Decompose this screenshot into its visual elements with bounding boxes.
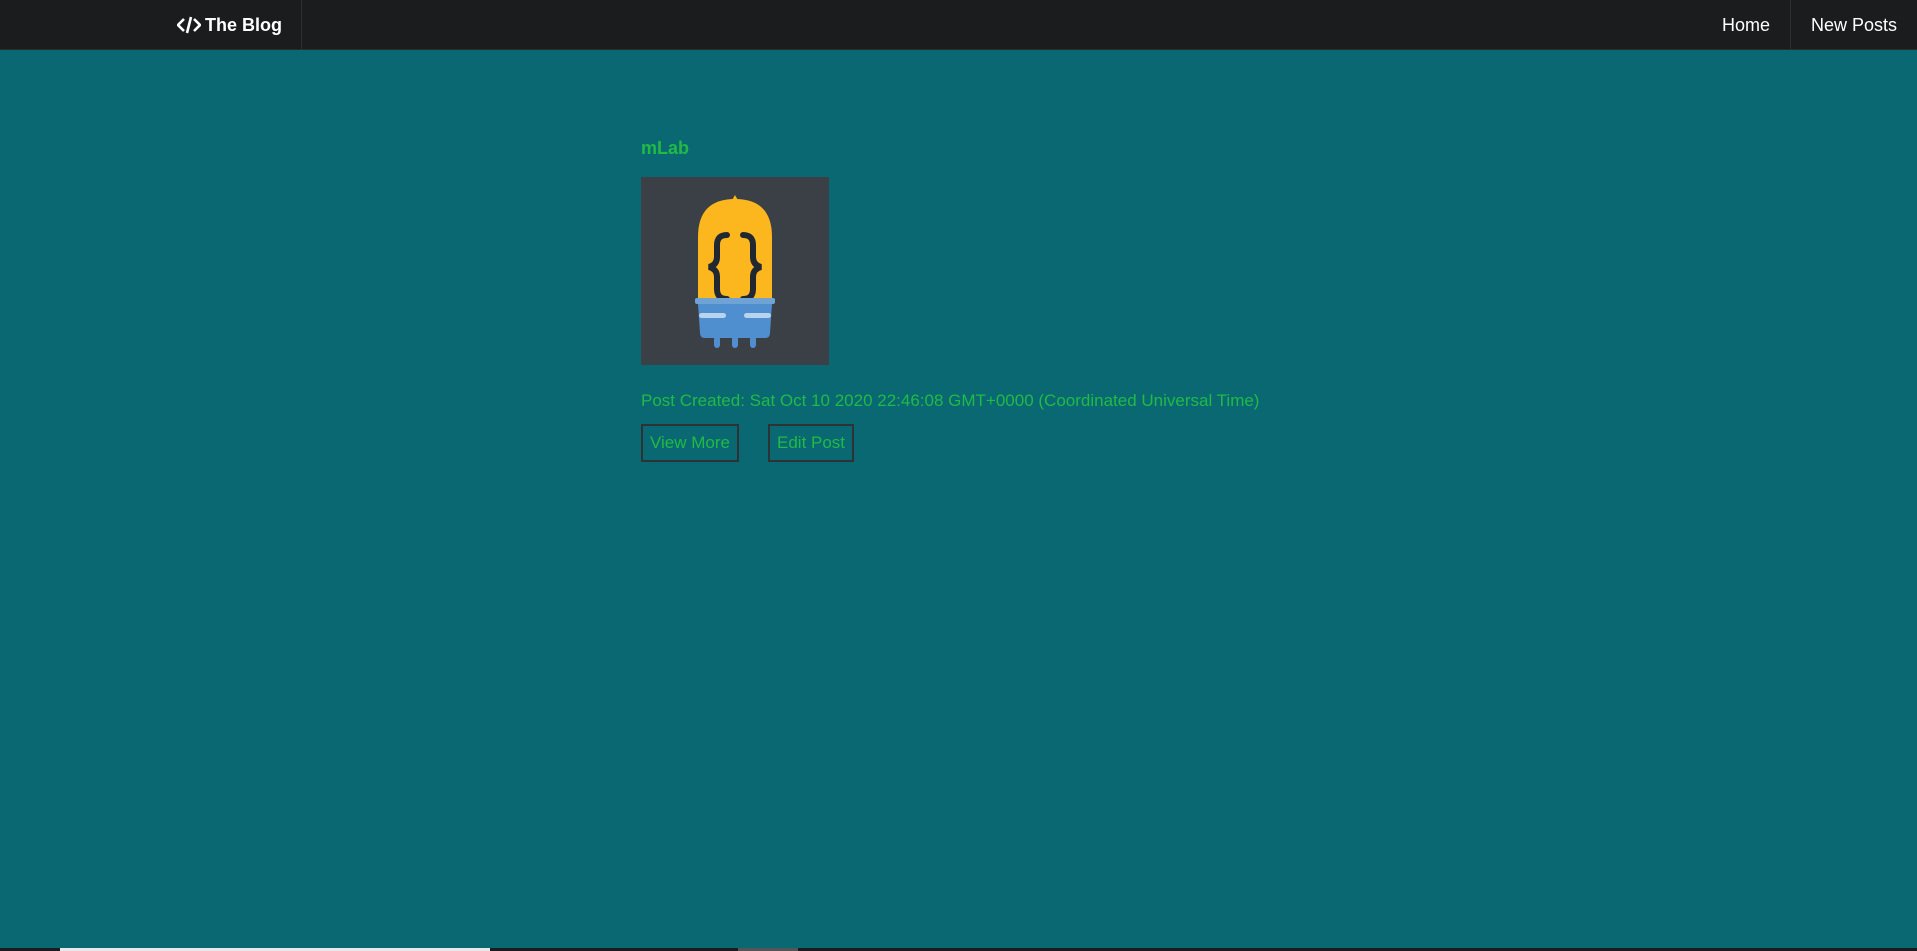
brand-label: The Blog — [205, 14, 282, 35]
nav-item-home[interactable]: Home — [1702, 0, 1790, 50]
nav-menu: Home New Posts — [1702, 0, 1917, 50]
post-created-date: Post Created: Sat Oct 10 2020 22:46:08 G… — [641, 391, 1260, 410]
post-actions: View More Edit Post — [641, 424, 1259, 462]
edit-post-button[interactable]: Edit Post — [768, 424, 855, 462]
mlab-logo-icon — [641, 177, 829, 365]
brand-link[interactable]: The Blog — [158, 0, 302, 50]
view-more-button[interactable]: View More — [641, 424, 739, 462]
post-image — [641, 177, 829, 365]
nav-item-new-posts[interactable]: New Posts — [1789, 0, 1917, 50]
top-navbar: The Blog Home New Posts — [0, 0, 1917, 50]
post-card: mLab Post Created: Sat Oct 10 2020 22:46… — [641, 136, 1259, 462]
code-icon — [177, 16, 201, 34]
post-title[interactable]: mLab — [641, 136, 1259, 160]
